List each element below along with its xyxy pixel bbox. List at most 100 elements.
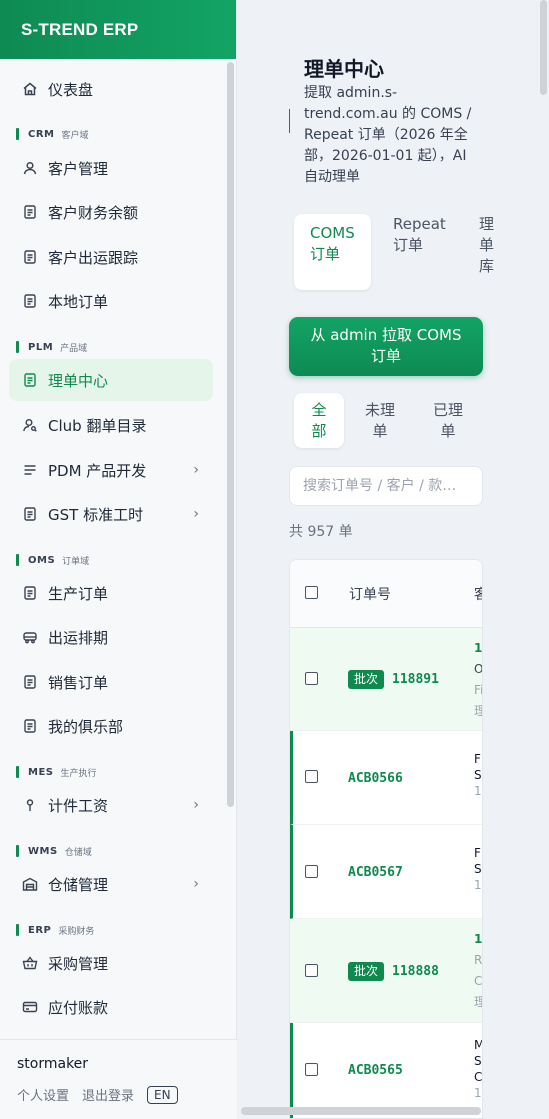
sidebar-item-customer-balance[interactable]: 客户财务余额 [9,191,213,233]
sidebar-item-order-center[interactable]: 理单中心 [9,359,213,401]
sidebar-item-label: 本地订单 [48,292,109,311]
section-desc: 采购财务 [58,926,95,937]
customer-cell: Fl S 1 [474,752,482,798]
sidebar-item-shipping-schedule[interactable]: 出运排期 [9,616,213,658]
section-code: ERP [28,924,52,936]
document-icon [21,505,39,523]
section-desc: 产品域 [60,343,88,354]
document-icon [21,673,39,691]
document-icon [21,292,39,310]
row-checkbox[interactable] [305,770,318,783]
sidebar-item-label: PDM 产品开发 [48,461,147,480]
column-customer: 客 [474,584,482,604]
document-icon [21,371,39,389]
sidebar-item-label: 销售订单 [48,673,109,692]
chevron-right-icon: › [193,876,199,892]
sidebar-item-sales-orders[interactable]: 销售订单 [9,661,213,703]
sidebar-item-label: GST 标准工时 [48,505,144,524]
sidebar-item-local-orders[interactable]: 本地订单 [9,280,213,322]
brand-logo[interactable]: S-TREND ERP [0,0,236,59]
sidebar-item-warehouse[interactable]: 仓储管理 › [9,863,213,905]
chevron-right-icon: › [193,462,199,478]
row-checkbox[interactable] [305,672,318,685]
row-checkbox[interactable] [305,964,318,977]
filter-processed[interactable]: 已理 单 [426,393,470,448]
sidebar-item-production-orders[interactable]: 生产订单 [9,572,213,614]
select-all-checkbox[interactable] [305,586,318,599]
section-desc: 订单域 [62,556,90,567]
user-search-icon [21,416,39,434]
sidebar-item-label: 应付账款 [48,998,109,1017]
section-mes: MES 生产执行 [16,765,97,779]
user-icon [21,159,39,177]
sidebar-item-my-club[interactable]: 我的俱乐部 [9,705,213,747]
user-panel: stormaker 个人设置 退出登录 EN [0,1039,237,1119]
table-row[interactable]: ACB0565 M S C 1 [290,1023,483,1118]
sidebar-item-piece-wage[interactable]: 计件工资 › [9,784,213,826]
section-desc: 客户域 [61,130,89,141]
sidebar-item-payables[interactable]: 应付账款 [9,986,213,1028]
section-code: MES [28,766,54,778]
sidebar-item-purchasing[interactable]: 采购管理 [9,942,213,984]
table-row[interactable]: ACB0566 Fl S 1 [290,731,482,825]
table-row[interactable]: 批次 118891 1 O Fi 理 [290,628,483,731]
sidebar-item-dashboard[interactable]: 仪表盘 [9,68,213,110]
page-title: 理单中心 [304,57,384,81]
customer-cell: M S C 1 [474,1038,483,1100]
sidebar-item-gst[interactable]: GST 标准工时 › [9,493,213,535]
sidebar-item-label: 生产订单 [48,584,109,603]
sidebar-item-label: 客户出运跟踪 [48,248,139,267]
sidebar-nav: 仪表盘 CRM 客户域 客户管理 客户财务余额 客户出运跟踪 本地订单 PLM … [0,59,222,1039]
batch-badge: 批次 [348,670,385,689]
sidebar-item-club-catalog[interactable]: Club 翻单目录 [9,404,213,446]
table-row[interactable]: 批次 118888 1 R C 理 [290,919,483,1023]
customer-cell: 1 O Fi 理 [474,641,483,718]
section-desc: 生产执行 [60,768,97,779]
tab-repeat-orders[interactable]: Repeat 订单 [393,214,446,256]
sidebar-item-pdm[interactable]: PDM 产品开发 › [9,449,213,491]
order-number[interactable]: 118891 [392,672,439,687]
sidebar-item-customer-shipping[interactable]: 客户出运跟踪 [9,236,213,278]
warehouse-icon [21,875,39,893]
order-count: 共 957 单 [289,524,353,540]
search-input[interactable]: 搜索订单号 / 客户 / 款式... [289,466,483,506]
language-toggle-button[interactable]: EN [147,1085,178,1104]
row-checkbox[interactable] [305,865,318,878]
tab-coms-orders[interactable]: COMS 订单 [294,214,371,290]
sidebar: S-TREND ERP 仪表盘 CRM 客户域 客户管理 客户财务余额 客户出运… [0,0,237,1119]
main-vertical-scrollbar[interactable] [540,0,547,95]
order-number[interactable]: ACB0567 [348,865,403,880]
tab-order-library[interactable]: 理 单 库 [479,214,494,277]
basket-icon [21,954,39,972]
sidebar-item-label: 客户管理 [48,159,109,178]
section-plm: PLM 产品域 [16,340,87,354]
page-description: 提取 admin.s-trend.com.au 的 COMS / Repeat … [304,85,472,185]
filter-unprocessed[interactable]: 未理 单 [358,393,402,448]
sidebar-item-customer-mgmt[interactable]: 客户管理 [9,147,213,189]
table-row[interactable]: ACB0567 Fl S 1 [290,825,482,919]
settings-link[interactable]: 个人设置 [17,1085,69,1104]
logout-link[interactable]: 退出登录 [82,1085,134,1104]
table-horizontal-scrollbar[interactable] [241,1107,481,1115]
customer-cell: 1 R C 理 [474,932,483,1009]
document-icon [21,203,39,221]
filter-all[interactable]: 全 部 [294,393,344,448]
order-number[interactable]: 118888 [392,964,439,979]
sidebar-item-label: Club 翻单目录 [48,416,147,435]
order-number[interactable]: ACB0566 [348,771,403,786]
sidebar-item-label: 我的俱乐部 [48,717,124,736]
sidebar-item-label: 理单中心 [48,371,109,390]
tab-bar: COMS 订单 Repeat 订单 理 单 库 [289,208,519,298]
customer-cell: Fl S 1 [474,846,482,892]
section-code: CRM [28,128,55,140]
pull-coms-orders-button[interactable]: 从 admin 拉取 COMS 订单 [289,317,483,376]
row-checkbox[interactable] [305,1063,318,1076]
sidebar-item-label: 采购管理 [48,954,109,973]
order-number[interactable]: ACB0565 [348,1063,403,1078]
sidebar-scrollbar[interactable] [227,62,234,807]
section-oms: OMS 订单域 [16,553,89,567]
sidebar-item-label: 仪表盘 [48,80,94,99]
document-icon [21,584,39,602]
orders-table: 订单号 客 批次 118891 1 O Fi 理 ACB0566 Fl S 1 [289,559,483,1119]
sidebar-item-label: 出运排期 [48,628,109,647]
